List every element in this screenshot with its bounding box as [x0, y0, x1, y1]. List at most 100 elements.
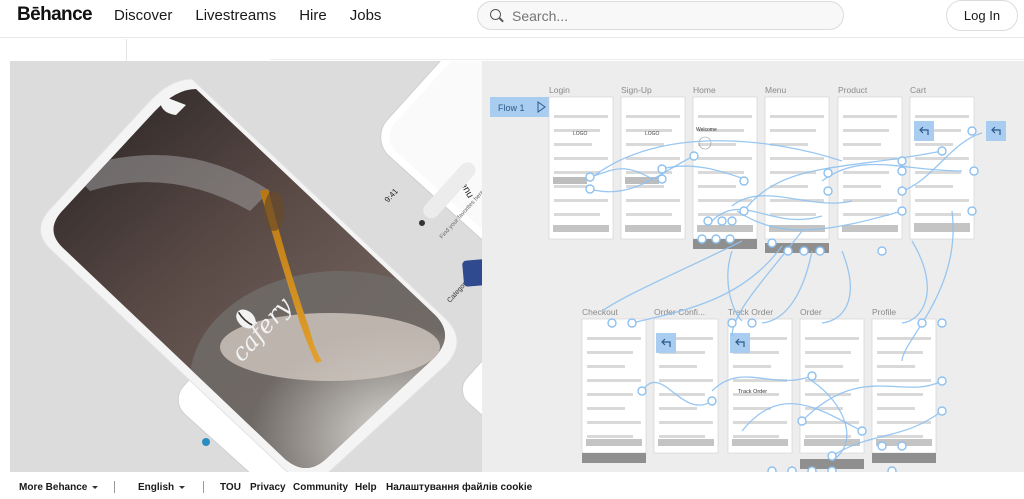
language-dropdown[interactable]: English [138, 482, 186, 493]
screen-title: Login [549, 85, 570, 95]
divider [126, 39, 127, 61]
connector-node [917, 318, 927, 328]
screen-title: Checkout [582, 307, 619, 317]
footer-link-help[interactable]: Help [355, 482, 377, 493]
connector-node [739, 206, 749, 216]
wireframe-flow-image[interactable]: Flow 1 Login LOGO Sign-Up LOGO Home Welcome Men… [482, 61, 1024, 472]
nav-jobs[interactable]: Jobs [350, 7, 382, 25]
connector-node [767, 238, 777, 248]
connector-node [657, 164, 667, 174]
back-arrow-box [986, 121, 1006, 141]
connector-node [707, 396, 717, 406]
flow-connector [601, 240, 743, 312]
wireframe-screen: Checkout [581, 307, 647, 463]
wireframe-screen: Order Confi... [653, 307, 719, 454]
connector-node [823, 186, 833, 196]
nav-hire[interactable]: Hire [299, 7, 327, 25]
logo-text: LOGO [645, 131, 660, 137]
footer: More Behance English TOU Privacy Communi… [0, 472, 1024, 499]
logo-text: LOGO [573, 131, 588, 137]
nav-livestreams[interactable]: Livestreams [195, 7, 276, 25]
connector-node [585, 184, 595, 194]
flow-label: Flow 1 [498, 103, 525, 113]
connector-node [897, 441, 907, 451]
connector-node [937, 318, 947, 328]
divider [114, 481, 115, 493]
divider [270, 59, 1024, 60]
connector-node [897, 166, 907, 176]
connector-node [657, 174, 667, 184]
connector-node [877, 441, 887, 451]
search-bar[interactable] [477, 1, 844, 30]
footer-link-privacy[interactable]: Privacy [250, 482, 286, 493]
footer-link-community[interactable]: Community [293, 482, 348, 493]
phone-time: 9:41 [383, 186, 400, 204]
welcome-text: Welcome [696, 127, 717, 133]
behance-logo[interactable]: Bēhance [17, 4, 93, 26]
wireframe-screen: Profile [871, 307, 937, 463]
connector-node [897, 206, 907, 216]
connector-node [877, 246, 887, 256]
wireframe-screen: Login LOGO [548, 85, 614, 240]
connector-node [703, 216, 713, 226]
connector-node [807, 371, 817, 381]
flow-connector [821, 250, 851, 324]
screen-title: Home [693, 85, 716, 95]
connector-node [815, 246, 825, 256]
connector-node [827, 451, 837, 461]
sub-bar [0, 39, 1024, 61]
connector-node [725, 234, 735, 244]
more-behance-dropdown[interactable]: More Behance [19, 482, 99, 493]
chevron-down-icon [179, 485, 186, 489]
connector-node [689, 151, 699, 161]
login-button[interactable]: Log In [946, 0, 1018, 31]
screen-title: Menu [765, 85, 787, 95]
back-arrow-box [730, 333, 750, 353]
track-order-text: Track Order [738, 389, 767, 395]
back-arrow-box [914, 121, 934, 141]
connector-node [627, 318, 637, 328]
search-icon [490, 8, 504, 23]
connector-node [783, 246, 793, 256]
back-arrow-box [656, 333, 676, 353]
screen-title: Product [838, 85, 868, 95]
footer-link-tou[interactable]: TOU [220, 482, 241, 493]
connector-node [897, 156, 907, 166]
connector-node [585, 172, 595, 182]
connector-node [739, 176, 749, 186]
connector-node [967, 206, 977, 216]
connector-node [717, 216, 727, 226]
connector-node [727, 216, 737, 226]
wireframe-screen: Menu [764, 85, 830, 253]
connector-node [711, 234, 721, 244]
screen-title: Sign-Up [621, 85, 652, 95]
language-label: English [138, 482, 175, 493]
screen-title: Cart [910, 85, 927, 95]
connector-node [967, 126, 977, 136]
connector-node [727, 318, 737, 328]
nav-discover[interactable]: Discover [114, 7, 172, 25]
connector-node [637, 386, 647, 396]
divider [203, 481, 204, 493]
screen-title: Profile [872, 307, 896, 317]
connector-node [937, 146, 947, 156]
connector-node [897, 186, 907, 196]
connector-node [797, 416, 807, 426]
connector-node [937, 406, 947, 416]
search-input[interactable] [512, 7, 812, 24]
connector-node [799, 246, 809, 256]
project-images: 9:41 Menu Find your favorites here Categ… [0, 61, 1024, 472]
connector-node [857, 426, 867, 436]
screen-title: Order [800, 307, 822, 317]
footer-link-cookie-settings[interactable]: Налаштування файлів cookie [386, 482, 532, 493]
connector-node [747, 318, 757, 328]
screen-title: Track Order [728, 307, 773, 317]
connector-node [969, 166, 979, 176]
chevron-down-icon [92, 485, 99, 489]
connector-node [607, 318, 617, 328]
top-bar: Bēhance Discover Livestreams Hire Jobs L… [0, 0, 1024, 38]
phone-mockup-image[interactable]: 9:41 Menu Find your favorites here Categ… [10, 61, 482, 472]
wireframe-screen: Sign-Up LOGO [620, 85, 686, 240]
more-behance-label: More Behance [19, 482, 88, 493]
flow-connector [901, 240, 928, 324]
